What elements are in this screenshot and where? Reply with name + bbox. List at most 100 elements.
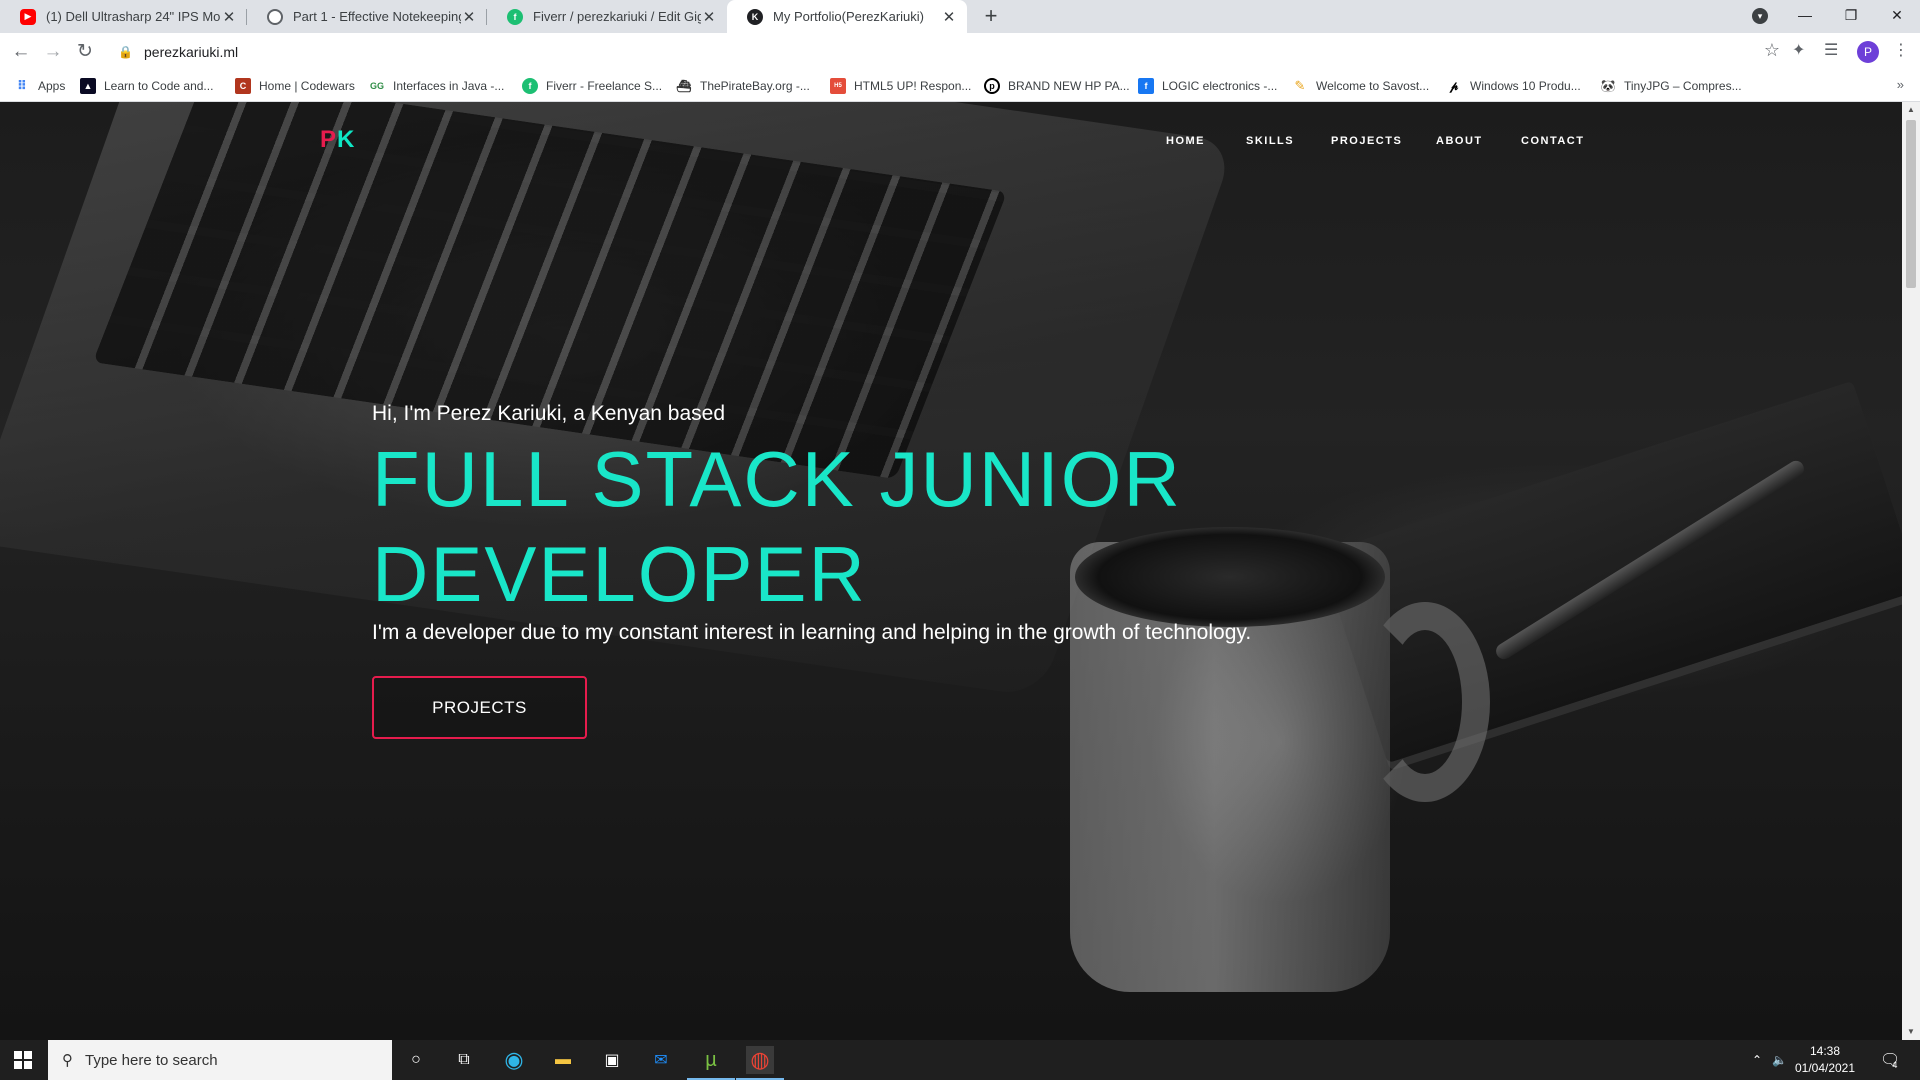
nav-projects[interactable]: PROJECTS	[1331, 135, 1402, 147]
utorrent-icon[interactable]: µ	[687, 1046, 735, 1080]
show-hidden-icons[interactable]: ⌃	[1752, 1040, 1762, 1080]
hero-intro: Hi, I'm Perez Kariuki, a Kenyan based	[372, 402, 726, 425]
reload-icon[interactable]: ↻	[72, 39, 98, 65]
bookmark-codewars[interactable]: C Home | Codewars	[235, 76, 355, 96]
bookmark-windows10[interactable]: 𝓅 Windows 10 Produ...	[1446, 76, 1581, 96]
logo-letter-k: K	[337, 126, 356, 153]
bookmark-label: Windows 10 Produ...	[1470, 79, 1581, 93]
bookmark-label: TinyJPG – Compres...	[1624, 79, 1742, 93]
tab-strip: ▶ (1) Dell Ultrasharp 24" IPS Monit ✕ Pa…	[0, 0, 1920, 33]
windows-logo-icon	[14, 1051, 32, 1069]
system-clock[interactable]: 14:38 01/04/2021	[1790, 1043, 1860, 1077]
facebook-icon: f	[1138, 78, 1154, 94]
chevron-right-icon[interactable]: »	[1897, 77, 1904, 92]
cortana-icon[interactable]: ○	[402, 1046, 430, 1074]
search-icon: ⚲	[62, 1052, 73, 1069]
headline-line-2: DEVELOPER	[372, 530, 867, 618]
page-scrollbar[interactable]: ▲ ▼	[1902, 102, 1920, 1040]
scroll-up-icon[interactable]: ▲	[1902, 102, 1920, 118]
menu-icon[interactable]: ⋮	[1893, 40, 1909, 60]
windows-taskbar: ⚲ Type here to search ○ ⧉ ◉ ▬ ▣ ✉ µ ◍ ⌃ …	[0, 1040, 1920, 1080]
hp-icon: p	[984, 78, 1000, 94]
pinterest-icon: 𝓅	[1446, 78, 1462, 94]
close-icon[interactable]: ✕	[461, 8, 477, 26]
tab-search-icon[interactable]: ▾	[1752, 8, 1768, 24]
start-button[interactable]	[0, 1040, 46, 1080]
bookmark-piratebay[interactable]: ⛴ ThePirateBay.org -...	[676, 76, 810, 96]
nav-about[interactable]: ABOUT	[1436, 135, 1483, 147]
tab-notekeeping[interactable]: Part 1 - Effective Notekeeping | T ✕	[247, 0, 487, 33]
notification-count: 4	[1892, 1060, 1898, 1070]
profile-avatar[interactable]: P	[1857, 41, 1879, 63]
bookmark-star-icon[interactable]: ☆	[1764, 40, 1780, 61]
bookmark-hp[interactable]: p BRAND NEW HP PA...	[984, 76, 1130, 96]
tab-title: Fiverr / perezkariuki / Edit Gig	[533, 9, 701, 24]
bookmark-label: LOGIC electronics -...	[1162, 79, 1278, 93]
chrome-icon[interactable]: ◍	[736, 1046, 784, 1080]
portfolio-hero: PK HOME SKILLS PROJECTS ABOUT CONTACT Hi…	[0, 102, 1902, 1040]
new-tab-button[interactable]: +	[978, 4, 1004, 30]
bookmark-apps[interactable]: ⠿ Apps	[14, 76, 65, 96]
tab-title: Part 1 - Effective Notekeeping | T	[293, 9, 461, 24]
hero-tagline: I'm a developer due to my constant inter…	[372, 621, 1252, 644]
scroll-down-icon[interactable]: ▼	[1902, 1024, 1920, 1040]
apps-grid-icon: ⠿	[16, 78, 28, 93]
nav-contact[interactable]: CONTACT	[1521, 135, 1584, 147]
edge-icon[interactable]: ◉	[500, 1046, 528, 1074]
projects-button[interactable]: PROJECTS	[372, 676, 587, 739]
volume-icon[interactable]: 🔈	[1772, 1040, 1787, 1080]
bookmark-tinyjpg[interactable]: 🐼 TinyJPG – Compres...	[1600, 76, 1742, 96]
back-icon[interactable]: ←	[8, 39, 34, 65]
bookmark-html5up[interactable]: H5 HTML5 UP! Respon...	[830, 76, 971, 96]
bookmark-label: Welcome to Savost...	[1316, 79, 1430, 93]
window-controls: — ❐ ✕	[1782, 0, 1920, 30]
bookmark-interfaces-java[interactable]: GG Interfaces in Java -...	[369, 76, 504, 96]
nav-skills[interactable]: SKILLS	[1246, 135, 1294, 147]
file-explorer-icon[interactable]: ▬	[549, 1046, 577, 1074]
geeksforgeeks-icon: GG	[369, 78, 385, 94]
url-text: perezkariuki.ml	[144, 43, 239, 60]
search-placeholder: Type here to search	[85, 1051, 218, 1069]
tab-portfolio[interactable]: K My Portfolio(PerezKariuki) ✕	[727, 0, 967, 33]
close-icon[interactable]: ✕	[701, 8, 717, 26]
forward-icon[interactable]: →	[40, 39, 66, 65]
clock-time: 14:38	[1809, 1044, 1841, 1058]
site-logo[interactable]: PK	[320, 126, 355, 154]
tab-fiverr[interactable]: f Fiverr / perezkariuki / Edit Gig ✕	[487, 0, 727, 33]
reading-list-icon[interactable]: ☰	[1824, 40, 1838, 60]
youtube-icon: ▶	[20, 8, 36, 25]
address-bar[interactable]: 🔒 perezkariuki.ml	[112, 37, 1776, 66]
extensions-icon[interactable]: ✦	[1792, 40, 1805, 60]
bookmark-label: HTML5 UP! Respon...	[854, 79, 972, 93]
piratebay-icon: ⛴	[676, 78, 692, 94]
bookmark-label: ThePirateBay.org -...	[700, 79, 810, 93]
bookmark-freecodecamp[interactable]: ▲ Learn to Code and...	[80, 76, 213, 96]
tinyjpg-icon: 🐼	[1600, 78, 1616, 94]
close-icon[interactable]: ✕	[941, 8, 957, 26]
notifications-icon[interactable]: 🗨 4	[1880, 1040, 1900, 1080]
codewars-icon: C	[235, 78, 251, 94]
scrollbar-thumb[interactable]	[1906, 120, 1916, 288]
bookmark-logic-electronics[interactable]: f LOGIC electronics -...	[1138, 76, 1277, 96]
tab-youtube[interactable]: ▶ (1) Dell Ultrasharp 24" IPS Monit ✕	[0, 0, 247, 33]
close-icon[interactable]: ✕	[221, 8, 237, 26]
tab-title: (1) Dell Ultrasharp 24" IPS Monit	[46, 9, 221, 24]
close-window-icon[interactable]: ✕	[1874, 7, 1920, 24]
bookmark-savostore[interactable]: ✎ Welcome to Savost...	[1292, 76, 1429, 96]
minimize-icon[interactable]: —	[1782, 7, 1828, 23]
tab-title: My Portfolio(PerezKariuki)	[773, 9, 924, 24]
store-icon[interactable]: ▣	[598, 1046, 626, 1074]
logo-letter-p: P	[320, 126, 338, 153]
bookmark-fiverr[interactable]: f Fiverr - Freelance S...	[522, 76, 662, 96]
savostore-icon: ✎	[1292, 78, 1308, 94]
task-view-icon[interactable]: ⧉	[450, 1046, 478, 1074]
mail-icon[interactable]: ✉	[647, 1046, 675, 1074]
restore-icon[interactable]: ❐	[1828, 7, 1874, 24]
nav-home[interactable]: HOME	[1166, 135, 1205, 147]
hero-headline: FULL STACK JUNIOR DEVELOPER	[372, 432, 1272, 622]
lock-icon: 🔒	[118, 44, 133, 59]
fiverr-icon: f	[522, 78, 538, 94]
html5up-icon: H5	[830, 78, 846, 94]
taskbar-search[interactable]: ⚲ Type here to search	[48, 1040, 392, 1080]
freecodecamp-icon: ▲	[80, 78, 96, 94]
